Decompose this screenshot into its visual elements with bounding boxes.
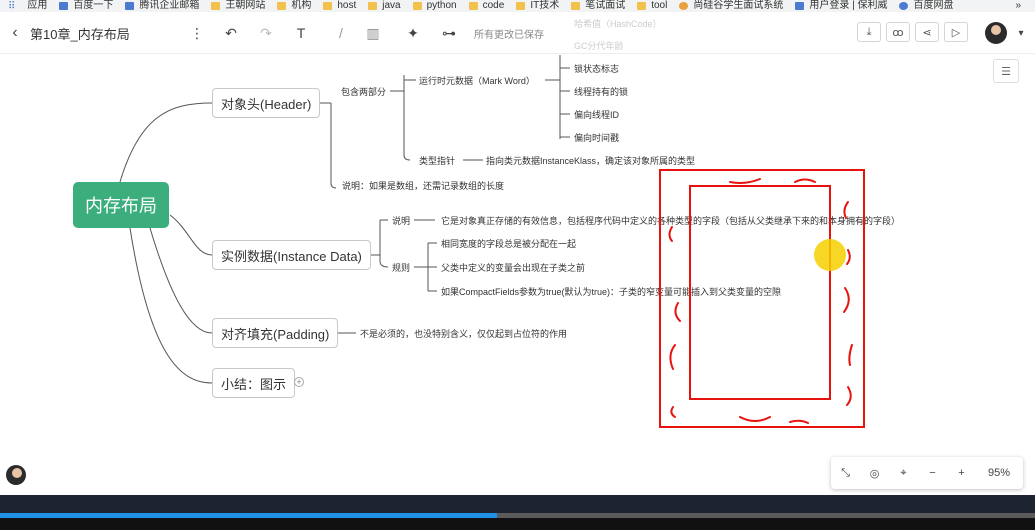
folder-icon bbox=[412, 2, 422, 10]
fit-screen-icon[interactable]: ⤡ bbox=[831, 467, 860, 480]
folder-icon bbox=[571, 2, 581, 10]
bookmark-baidu[interactable]: 百度一下 bbox=[59, 1, 113, 11]
circle-icon bbox=[679, 2, 689, 10]
bookmark-folder[interactable]: code bbox=[468, 1, 504, 11]
bookmark-link[interactable]: 尚硅谷学生面试系统 bbox=[679, 1, 783, 11]
leaf-mark-item[interactable]: GC分代年龄 bbox=[574, 39, 624, 52]
share-people-button[interactable]: ꝏ bbox=[886, 22, 910, 42]
bookmarks-bar: ⠿ 应用 百度一下 腾讯企业邮箱 王朝网站 机构 host java pytho… bbox=[0, 0, 1035, 12]
share-button[interactable]: ⋖ bbox=[915, 22, 939, 42]
format-painter-icon[interactable]: T bbox=[292, 24, 310, 42]
bookmark-folder[interactable]: 机构 bbox=[277, 1, 311, 11]
red-annotation bbox=[659, 169, 865, 428]
folder-icon bbox=[211, 2, 221, 10]
folder-icon bbox=[637, 2, 647, 10]
folder-icon bbox=[468, 2, 478, 10]
more-vertical-icon[interactable]: ⋮ bbox=[188, 24, 206, 42]
zoom-toolbar: ⤡ ◎ ⌖ − + 95% bbox=[831, 457, 1023, 489]
avatar[interactable] bbox=[985, 22, 1007, 44]
paw-icon bbox=[59, 2, 69, 10]
layout-icon[interactable]: ▥ bbox=[364, 24, 382, 42]
presenter-avatar bbox=[6, 465, 26, 485]
bookmark-folder[interactable]: 笔试面试 bbox=[571, 1, 625, 11]
folder-icon bbox=[277, 2, 287, 10]
more-bookmarks-icon[interactable]: » bbox=[1015, 1, 1021, 11]
p-icon bbox=[795, 2, 805, 10]
apps-icon[interactable]: ⠿ bbox=[8, 1, 15, 12]
folder-icon bbox=[516, 2, 526, 10]
save-status: 所有更改已保存 bbox=[474, 29, 544, 41]
bookmark-folder[interactable]: tool bbox=[637, 1, 667, 11]
leaf-mark-item[interactable]: 哈希值（HashCode） bbox=[574, 17, 662, 30]
pen-icon[interactable]: / bbox=[332, 24, 350, 42]
present-button[interactable]: ▷ bbox=[944, 22, 968, 42]
mail-icon bbox=[125, 2, 135, 10]
redo-icon[interactable]: ↷ bbox=[257, 24, 275, 42]
bookmark-folder[interactable]: host bbox=[323, 1, 356, 11]
zoom-in-button[interactable]: + bbox=[947, 467, 976, 479]
location-icon[interactable]: ⌖ bbox=[889, 467, 918, 480]
video-controls bbox=[0, 518, 1035, 530]
folder-icon bbox=[368, 2, 378, 10]
bookmark-mail[interactable]: 腾讯企业邮箱 bbox=[125, 1, 199, 11]
bookmark-apps[interactable]: 应用 bbox=[27, 1, 47, 11]
magic-icon[interactable]: ✦ bbox=[404, 24, 422, 42]
bookmark-link[interactable]: 用户登录 | 保利威 bbox=[795, 1, 887, 11]
editor-toolbar: ‹ 第10章_内存布局 ⋮ ↶ ↷ T / ▥ ✦ ⊶ 所有更改已保存 ⤓ ꝏ … bbox=[0, 12, 1035, 54]
zoom-out-button[interactable]: − bbox=[918, 467, 947, 479]
document-title[interactable]: 第10章_内存布局 bbox=[30, 12, 130, 54]
outline-icon[interactable]: ☰ bbox=[993, 59, 1019, 83]
chevron-down-icon[interactable]: ▾ bbox=[1012, 24, 1030, 42]
chevron-left-icon[interactable]: ‹ bbox=[6, 24, 24, 42]
undo-icon[interactable]: ↶ bbox=[222, 24, 240, 42]
bookmark-folder[interactable]: 王朝网站 bbox=[211, 1, 265, 11]
mindmap-canvas[interactable]: 内存布局 对象头(Header) 实例数据(Instance Data) 对齐填… bbox=[0, 19, 1035, 495]
download-button[interactable]: ⤓ bbox=[857, 22, 881, 42]
bookmark-folder[interactable]: java bbox=[368, 1, 401, 11]
bookmark-folder[interactable]: python bbox=[412, 1, 457, 11]
zoom-level[interactable]: 95% bbox=[976, 467, 1022, 479]
insert-node-icon[interactable]: ⊶ bbox=[440, 24, 458, 42]
theme-icon[interactable]: ◎ bbox=[860, 467, 889, 480]
bookmark-folder[interactable]: IT技术 bbox=[516, 1, 559, 11]
cloud-icon bbox=[899, 2, 909, 10]
bookmark-link[interactable]: 百度网盘 bbox=[899, 1, 953, 11]
folder-icon bbox=[323, 2, 333, 10]
video-thumbnail-strip[interactable] bbox=[0, 495, 1035, 515]
